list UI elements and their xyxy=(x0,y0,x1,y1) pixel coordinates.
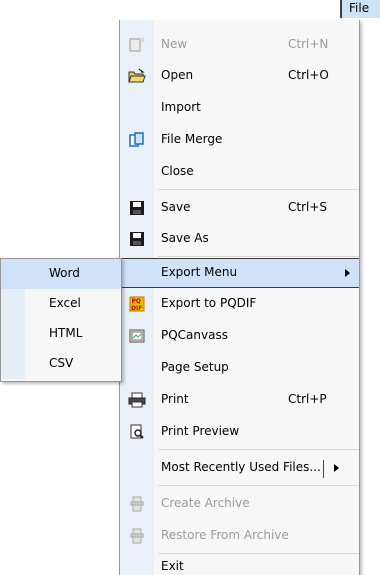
menu-item-label: Save As xyxy=(161,231,209,245)
menu-separator xyxy=(158,189,359,190)
menu-item-restore-archive[interactable]: Restore From Archive xyxy=(120,520,359,552)
save-icon xyxy=(120,192,154,224)
submenu-item-excel[interactable]: Excel xyxy=(1,289,121,319)
menu-item-print-preview[interactable]: Print Preview xyxy=(120,416,359,448)
menu-item-open[interactable]: Open Ctrl+O xyxy=(120,60,359,92)
menu-item-label: Print xyxy=(161,392,189,406)
menu-item-save-as[interactable]: Save As xyxy=(120,223,359,255)
new-file-icon xyxy=(120,29,154,61)
menu-item-label: PQCanvass xyxy=(161,328,228,342)
submenu-arrow-icon xyxy=(334,464,339,472)
menu-item-export-pqdif[interactable]: PQ DIF Export to PQDIF xyxy=(120,288,359,320)
submenu-item-label: HTML xyxy=(49,326,83,340)
menu-item-label: Print Preview xyxy=(161,424,240,438)
submenu-item-label: CSV xyxy=(49,356,74,370)
submenu-item-csv[interactable]: CSV xyxy=(1,349,121,379)
file-merge-icon xyxy=(120,124,154,156)
open-folder-icon xyxy=(120,60,154,92)
menu-item-label: Restore From Archive xyxy=(161,528,289,542)
submenu-icon-strip xyxy=(1,319,25,349)
submenu-divider xyxy=(323,460,324,478)
submenu-icon-strip xyxy=(1,259,25,289)
menu-item-label: Create Archive xyxy=(161,496,250,510)
menu-separator xyxy=(158,256,359,257)
menu-item-import[interactable]: Import xyxy=(120,92,359,124)
archive-icon xyxy=(120,520,154,552)
menu-item-label: Import xyxy=(161,100,201,114)
menu-item-label: New xyxy=(161,37,188,51)
svg-text:DIF: DIF xyxy=(131,305,142,312)
menu-item-create-archive[interactable]: Create Archive xyxy=(120,488,359,520)
menu-item-close[interactable]: Close xyxy=(120,156,359,188)
file-dropdown-menu: New Ctrl+N Open Ctrl+O Import File Merge… xyxy=(119,20,360,575)
menu-item-file-merge[interactable]: File Merge xyxy=(120,124,359,156)
menu-item-page-setup[interactable]: Page Setup xyxy=(120,352,359,384)
menu-item-label: Close xyxy=(161,164,194,178)
file-menu-label: File xyxy=(349,1,370,15)
menu-separator xyxy=(158,553,359,554)
menu-item-label: Save xyxy=(161,200,191,214)
menu-item-shortcut: Ctrl+N xyxy=(288,37,329,51)
submenu-item-html[interactable]: HTML xyxy=(1,319,121,349)
menu-item-shortcut: Ctrl+S xyxy=(288,200,328,214)
menu-separator xyxy=(158,449,359,450)
pqcanvass-icon xyxy=(120,320,154,352)
menu-item-label: Export to PQDIF xyxy=(161,296,257,310)
menu-item-label: Page Setup xyxy=(161,360,229,374)
menu-item-export-menu[interactable]: Export Menu xyxy=(120,258,359,288)
submenu-item-label: Word xyxy=(49,266,80,280)
menu-item-label: Open xyxy=(161,68,194,82)
save-as-icon xyxy=(120,223,154,255)
menu-separator xyxy=(158,485,359,486)
export-submenu: Word Excel HTML CSV xyxy=(0,258,122,382)
menu-item-exit[interactable]: Exit xyxy=(120,556,359,574)
menu-item-label: Most Recently Used Files... xyxy=(161,460,321,474)
submenu-item-label: Excel xyxy=(49,296,81,310)
print-preview-icon xyxy=(120,416,154,448)
menu-item-shortcut: Ctrl+O xyxy=(288,68,329,82)
menu-item-pqcanvass[interactable]: PQCanvass xyxy=(120,320,359,352)
menu-item-recent-files[interactable]: Most Recently Used Files... xyxy=(120,452,359,484)
file-menu-button[interactable]: File xyxy=(340,0,380,18)
submenu-icon-strip xyxy=(1,349,25,379)
menu-item-label: Exit xyxy=(161,559,184,573)
printer-icon xyxy=(120,384,154,416)
menu-item-label: File Merge xyxy=(161,132,223,146)
menu-item-label: Export Menu xyxy=(161,265,238,279)
submenu-item-word[interactable]: Word xyxy=(1,259,121,289)
menu-item-print[interactable]: Print Ctrl+P xyxy=(120,384,359,416)
submenu-icon-strip xyxy=(1,289,25,319)
menu-item-save[interactable]: Save Ctrl+S xyxy=(120,192,359,224)
pqdif-icon: PQ DIF xyxy=(120,288,154,320)
svg-text:PQ: PQ xyxy=(132,298,142,305)
submenu-arrow-icon xyxy=(345,269,350,277)
archive-icon xyxy=(120,488,154,520)
menu-item-new[interactable]: New Ctrl+N xyxy=(120,29,359,61)
menu-item-shortcut: Ctrl+P xyxy=(288,392,327,406)
